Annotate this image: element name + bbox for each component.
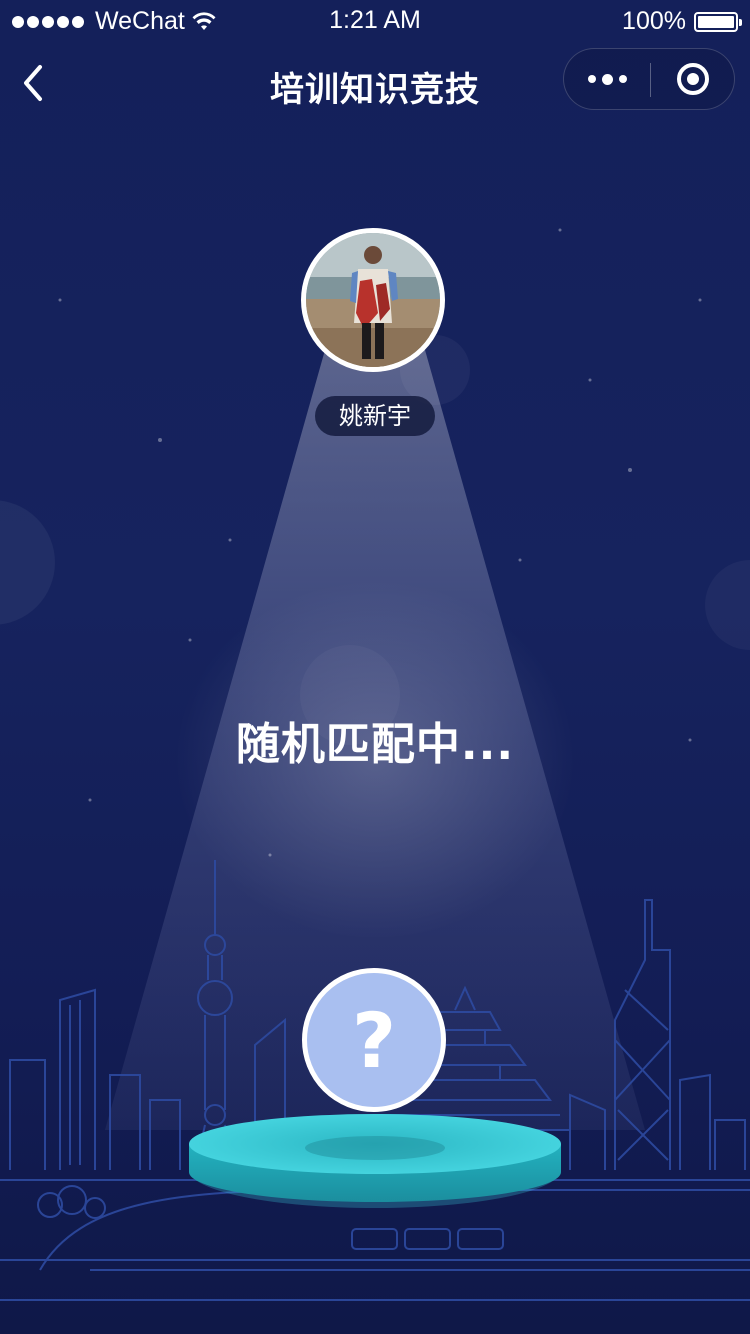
decor-bokeh [0, 500, 55, 625]
match-screen: WeChat 1:21 AM 100% 培训知识竞技 姚新宇 随机匹配中... … [0, 0, 750, 1334]
target-circle-icon [677, 63, 709, 95]
status-right: 100% [622, 7, 742, 36]
mini-program-capsule [563, 48, 735, 110]
battery-percentage: 100% [622, 7, 686, 35]
more-button[interactable] [564, 49, 650, 109]
battery-icon [694, 11, 742, 32]
podium-platform [189, 1114, 561, 1208]
player-avatar[interactable] [301, 228, 445, 372]
close-mini-program-button[interactable] [651, 49, 735, 109]
decor-bokeh [705, 560, 750, 650]
opponent-avatar: ? [302, 968, 446, 1112]
player-name: 姚新宇 [315, 396, 435, 436]
status-bar: WeChat 1:21 AM 100% [0, 0, 750, 40]
matching-status-text: 随机匹配中... [235, 719, 515, 770]
navigation-bar: 培训知识竞技 [0, 40, 750, 128]
user-photo-avatar [306, 233, 440, 367]
